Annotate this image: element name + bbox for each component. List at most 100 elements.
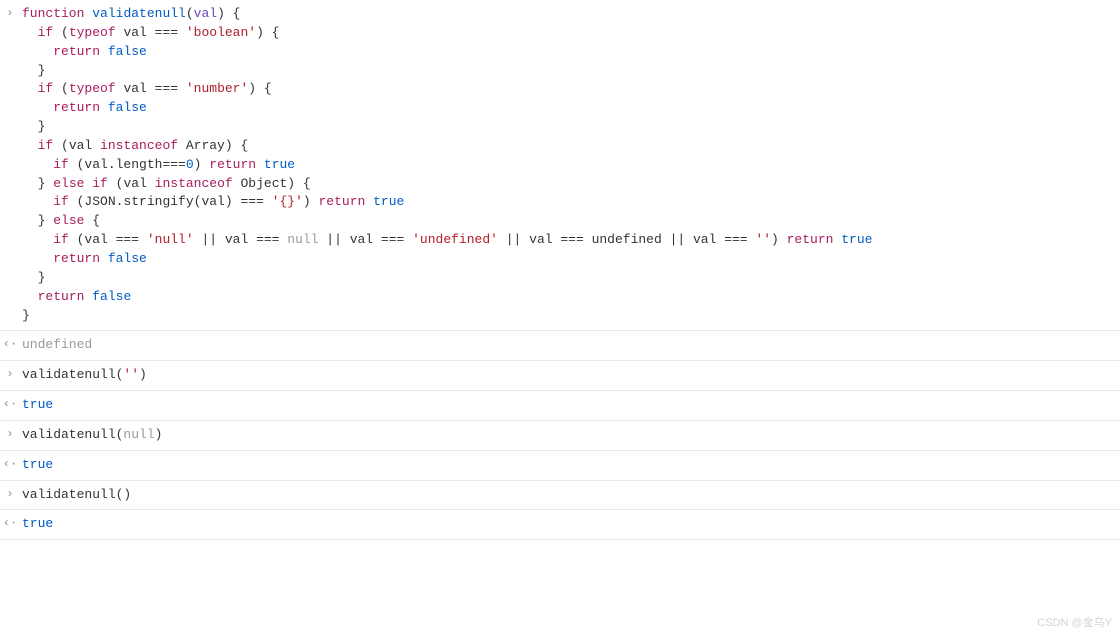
code-token [100,251,108,266]
code-token: (JSON.stringify(val) === [69,194,272,209]
code-token: typeof [69,81,116,96]
console-line-content: validatenull(null) [20,424,1120,447]
code-token [22,100,53,115]
code-token: ) { [256,25,279,40]
code-token: { [84,213,100,228]
console-line-content: function validatenull(val) { if (typeof … [20,3,1120,327]
code-token: return [787,232,834,247]
code-token: || val === undefined || val === [498,232,755,247]
code-token: val === [116,81,186,96]
code-token: (val === [69,232,147,247]
code-token: false [108,251,147,266]
console-input-row: ›validatenull() [0,481,1120,511]
code-token: false [108,100,147,115]
code-token: Object) { [233,176,311,191]
console-input-row: ›function validatenull(val) { if (typeof… [0,0,1120,331]
code-token [22,194,53,209]
code-token: ) [155,427,163,442]
code-token: else [53,176,84,191]
devtools-console: ›function validatenull(val) { if (typeof… [0,0,1120,540]
code-token: true [264,157,295,172]
code-token [22,232,53,247]
code-token: return [319,194,366,209]
code-token: if [53,157,69,172]
code-token: null [123,427,154,442]
code-token [365,194,373,209]
result-icon: ‹· [0,513,20,532]
code-token: if [38,138,54,153]
code-token: '' [123,367,139,382]
code-token: } [22,270,45,285]
code-token: val [194,6,217,21]
code-token: ( [186,6,194,21]
code-token: 'number' [186,81,248,96]
code-token: 0 [186,157,194,172]
code-token: typeof [69,25,116,40]
code-token: null [287,232,318,247]
code-token: validatenull [92,6,186,21]
code-token: ( [53,81,69,96]
code-token: if [92,176,108,191]
code-token: function [22,6,84,21]
code-token [22,157,53,172]
code-token: validatenull() [22,487,131,502]
code-token: if [38,25,54,40]
console-input-row: ›validatenull('') [0,361,1120,391]
code-token: ) [194,157,210,172]
code-token: 'null' [147,232,194,247]
code-token: if [53,232,69,247]
console-input-row: ›validatenull(null) [0,421,1120,451]
code-token: instanceof [100,138,178,153]
console-line-content: true [20,394,1120,417]
console-output-row: ‹·true [0,510,1120,540]
code-token: Array) { [178,138,248,153]
result-icon: ‹· [0,394,20,413]
code-token: return [38,289,85,304]
code-token: ) { [248,81,271,96]
code-token: 'undefined' [412,232,498,247]
console-output-row: ‹·true [0,451,1120,481]
prompt-icon: › [0,3,20,22]
code-token: if [53,194,69,209]
code-token [100,44,108,59]
code-token [22,251,53,266]
code-token: val === [116,25,186,40]
code-token: '{}' [272,194,303,209]
console-line-content: validatenull() [20,484,1120,507]
code-token: } [22,176,53,191]
code-token: true [373,194,404,209]
code-token [22,138,38,153]
console-output-row: ‹·undefined [0,331,1120,361]
code-token: 'boolean' [186,25,256,40]
code-token: false [108,44,147,59]
code-token: return [209,157,256,172]
code-token: undefined [22,337,92,352]
result-icon: ‹· [0,334,20,353]
code-token: true [841,232,872,247]
code-token: validatenull( [22,427,123,442]
code-token: } [22,63,45,78]
code-token: (val [53,138,100,153]
code-token [22,289,38,304]
prompt-icon: › [0,364,20,383]
code-token: validatenull( [22,367,123,382]
code-token: '' [755,232,771,247]
code-token: ) [771,232,787,247]
code-token [100,100,108,115]
code-token: return [53,251,100,266]
console-line-content: true [20,454,1120,477]
code-token: } [22,119,45,134]
console-output-row: ‹·true [0,391,1120,421]
result-icon: ‹· [0,454,20,473]
code-token: if [38,81,54,96]
code-token: (val [108,176,155,191]
console-line-content: true [20,513,1120,536]
prompt-icon: › [0,484,20,503]
code-token: return [53,100,100,115]
code-token: || val === [194,232,288,247]
code-token: ) [303,194,319,209]
code-token [22,81,38,96]
code-token: } [22,213,53,228]
code-token: (val.length=== [69,157,186,172]
code-token [22,25,38,40]
